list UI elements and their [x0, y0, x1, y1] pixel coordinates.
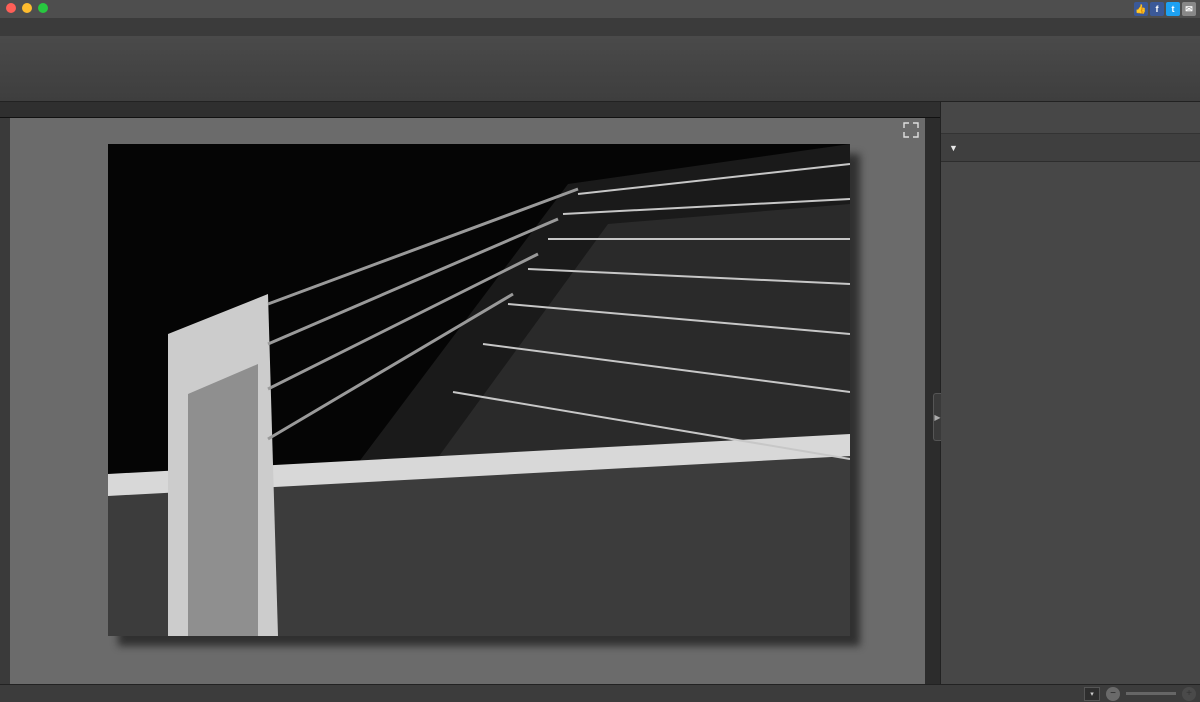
share-icon[interactable]: ✉	[1182, 2, 1196, 16]
titlebar: 👍 f t ✉	[0, 0, 1200, 18]
canvas-viewport[interactable]	[10, 118, 925, 684]
canvas-image[interactable]	[108, 144, 850, 636]
like-icon[interactable]: 👍	[1134, 2, 1148, 16]
panel-collapse-handle[interactable]: ▶	[933, 393, 941, 441]
zoom-controls: ▾ − +	[1028, 687, 1196, 701]
zoom-in-button[interactable]: +	[1182, 687, 1196, 701]
window-traffic-lights	[6, 3, 48, 13]
maximize-window-button[interactable]	[38, 3, 48, 13]
title-social-icons: 👍 f t ✉	[1134, 2, 1196, 16]
effects-layers-panel: ▼ ▶	[940, 102, 1200, 684]
zoom-out-button[interactable]: −	[1106, 687, 1120, 701]
main-toolbar	[0, 36, 1200, 102]
zoom-slider[interactable]	[1126, 692, 1176, 695]
workspace	[0, 118, 940, 684]
menu-bar	[0, 18, 1200, 36]
facebook-icon[interactable]: f	[1150, 2, 1164, 16]
minimize-window-button[interactable]	[22, 3, 32, 13]
panel-title	[941, 102, 1200, 134]
chevron-down-icon: ▼	[949, 143, 958, 153]
original-image-details	[941, 162, 1200, 218]
close-window-button[interactable]	[6, 3, 16, 13]
fullscreen-icon[interactable]	[903, 122, 919, 138]
status-bar: ▾ − +	[0, 684, 1200, 702]
zoom-dropdown[interactable]: ▾	[1084, 687, 1100, 701]
twitter-icon[interactable]: t	[1166, 2, 1180, 16]
original-image-accordion[interactable]: ▼	[941, 134, 1200, 162]
